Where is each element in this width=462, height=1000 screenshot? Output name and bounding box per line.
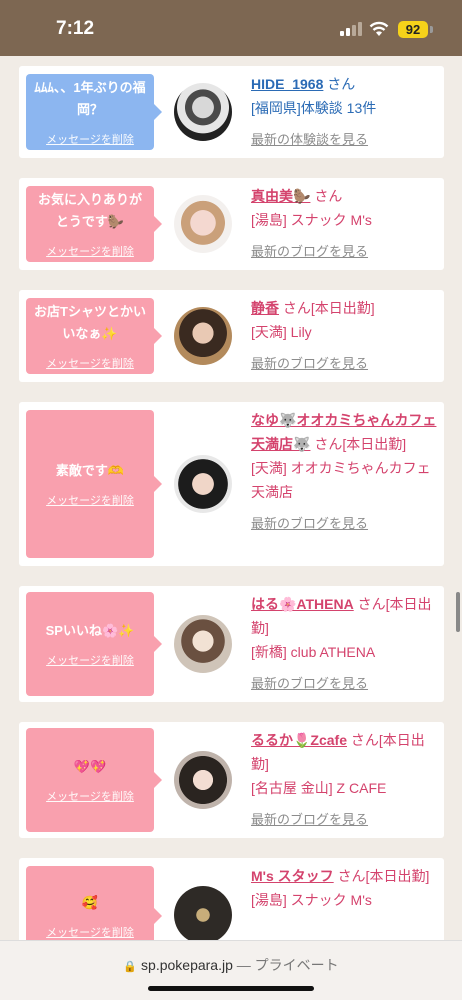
latest-reviews-link[interactable]: 最新の体験談を見る (251, 128, 441, 152)
message-text: ﾑﾑﾑ、、1年ぶりの福岡？ (34, 80, 146, 117)
avatar[interactable] (174, 307, 232, 365)
avatar[interactable] (174, 751, 232, 809)
cellular-signal-icon (340, 22, 362, 36)
message-text: 💖💖 (73, 759, 107, 774)
status-time: 7:12 (56, 18, 95, 39)
message-card: お店Tシャツとかいいなぁ✨ メッセージを削除 静香 さん[本日出勤] [天満] … (19, 290, 444, 382)
message-bubble: お店Tシャツとかいいなぁ✨ メッセージを削除 (26, 298, 162, 374)
message-card: SPいいね🌸✨ メッセージを削除 はる🌸ATHENA さん[本日出勤] [新橋]… (19, 586, 444, 702)
shop-info: [湯島] スナック M's (251, 212, 372, 228)
browser-address-bar[interactable]: 🔒 sp.pokepara.jp — プライベート (0, 940, 462, 1000)
latest-blog-link[interactable]: 最新のブログを見る (251, 808, 441, 832)
private-mode-label: — プライベート (236, 957, 339, 973)
status-bar: 7:12 92 (0, 0, 462, 56)
message-text: お気に入りありがとうです🦫 (37, 192, 142, 229)
latest-blog-link[interactable]: 最新のブログを見る (251, 352, 441, 376)
delete-message-link[interactable]: メッセージを削除 (46, 131, 134, 147)
user-name-link[interactable]: るるか🌷Zcafe (251, 732, 347, 748)
url-text: sp.pokepara.jp (141, 957, 233, 973)
user-name-link[interactable]: はる🌸ATHENA (251, 596, 354, 612)
battery-indicator: 92 (398, 21, 428, 38)
user-name-link[interactable]: M's スタッフ (251, 868, 334, 884)
message-bubble: 💖💖 メッセージを削除 (26, 728, 162, 832)
avatar[interactable] (174, 886, 232, 944)
message-card: 素敵です🫶 メッセージを削除 なゆ🐺オオカミちゃんカフェ天満店🐺 さん[本日出勤… (19, 402, 444, 566)
latest-blog-link[interactable]: 最新のブログを見る (251, 240, 441, 264)
shop-info: [天満] オオカミちゃんカフェ天満店 (251, 460, 431, 500)
delete-message-link[interactable]: メッセージを削除 (46, 788, 134, 804)
latest-blog-link[interactable]: 最新のブログを見る (251, 672, 441, 696)
delete-message-link[interactable]: メッセージを削除 (46, 243, 134, 259)
avatar[interactable] (174, 455, 232, 513)
avatar[interactable] (174, 195, 232, 253)
message-bubble: SPいいね🌸✨ メッセージを削除 (26, 592, 162, 696)
message-bubble: ﾑﾑﾑ、、1年ぶりの福岡？ メッセージを削除 (26, 74, 162, 150)
name-suffix: さん (314, 188, 343, 204)
lock-icon: 🔒 (123, 961, 138, 973)
avatar[interactable] (174, 615, 232, 673)
message-text: 🥰 (81, 895, 99, 910)
delete-message-link[interactable]: メッセージを削除 (46, 924, 134, 940)
message-card: 💖💖 メッセージを削除 るるか🌷Zcafe さん[本日出勤] [名古屋 金山] … (19, 722, 444, 838)
delete-message-link[interactable]: メッセージを削除 (46, 355, 134, 371)
message-bubble: お気に入りありがとうです🦫 メッセージを削除 (26, 186, 162, 262)
home-indicator[interactable] (148, 986, 314, 991)
url-display[interactable]: 🔒 sp.pokepara.jp — プライベート (0, 955, 462, 975)
name-suffix: さん[本日出勤] (314, 436, 407, 452)
name-suffix: さん[本日出勤] (282, 300, 375, 316)
message-bubble: 素敵です🫶 メッセージを削除 (26, 410, 162, 558)
name-suffix: さん (327, 76, 356, 92)
message-text: 素敵です🫶 (55, 463, 125, 478)
user-name-link[interactable]: HIDE_1968 (251, 76, 323, 92)
message-text: お店Tシャツとかいいなぁ✨ (34, 304, 146, 341)
delete-message-link[interactable]: メッセージを削除 (46, 652, 134, 668)
delete-message-link[interactable]: メッセージを削除 (46, 492, 134, 508)
user-name-link[interactable]: 静香 (251, 300, 279, 316)
message-card: お気に入りありがとうです🦫 メッセージを削除 真由美🦫 さん [湯島] スナック… (19, 178, 444, 270)
wifi-icon (369, 21, 389, 36)
shop-info: [名古屋 金山] Z CAFE (251, 780, 387, 796)
latest-blog-link[interactable]: 最新のブログを見る (251, 512, 441, 536)
shop-info: [天満] Lily (251, 324, 312, 340)
scroll-indicator[interactable] (456, 592, 460, 632)
shop-info: [新橋] club ATHENA (251, 644, 376, 660)
shop-info: [湯島] スナック M's (251, 892, 372, 908)
user-name-link[interactable]: 真由美🦫 (251, 188, 310, 204)
name-suffix: さん[本日出勤] (337, 868, 430, 884)
battery-nub (430, 26, 433, 33)
message-card: ﾑﾑﾑ、、1年ぶりの福岡？ メッセージを削除 HIDE_1968 さん [福岡県… (19, 66, 444, 158)
message-text: SPいいね🌸✨ (45, 623, 135, 638)
avatar[interactable] (174, 83, 232, 141)
shop-info: [福岡県]体験談 13件 (251, 100, 377, 116)
